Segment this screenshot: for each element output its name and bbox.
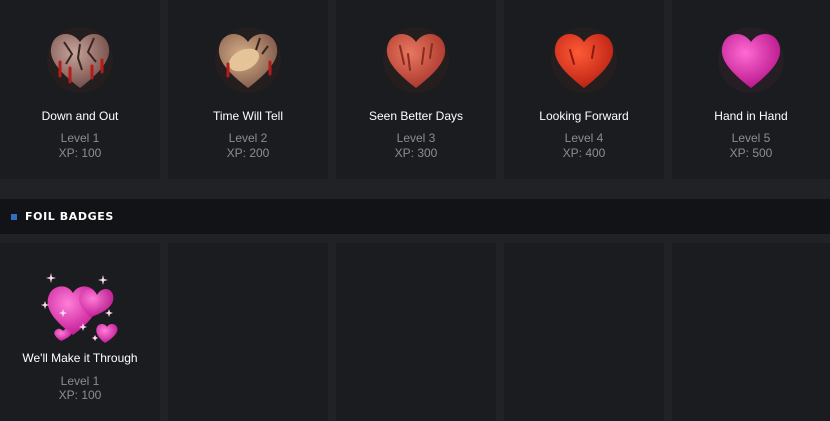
foil-badge-grid: We'll Make it Through Level 1 XP: 100 — [0, 243, 830, 421]
badge-name: Hand in Hand — [714, 109, 788, 123]
badge-level: Level 3 — [396, 131, 436, 145]
badge-xp: XP: 200 — [226, 146, 270, 160]
badge-name: Time Will Tell — [212, 109, 283, 123]
broken-heart-icon — [42, 24, 118, 94]
foil-badges-header: FOIL BADGES — [0, 199, 830, 234]
badge-name: Seen Better Days — [368, 109, 464, 123]
badge-level: Level 2 — [228, 131, 268, 145]
badge-level: Level 1 — [60, 374, 100, 388]
badge-xp: XP: 500 — [729, 146, 773, 160]
badge-level: Level 4 — [564, 131, 604, 145]
empty-badge-slot — [672, 243, 830, 421]
badge-card-4[interactable]: Looking Forward Level 4 XP: 400 — [504, 0, 664, 179]
badge-xp: XP: 100 — [58, 388, 102, 402]
badge-card-5[interactable]: Hand in Hand Level 5 XP: 500 — [672, 0, 830, 179]
badge-xp: XP: 300 — [394, 146, 438, 160]
badge-level: Level 1 — [60, 131, 100, 145]
badge-level: Level 5 — [731, 131, 771, 145]
foil-badge-card-1[interactable]: We'll Make it Through Level 1 XP: 100 — [0, 243, 160, 421]
empty-badge-slot — [168, 243, 328, 421]
bandaged-heart-icon — [210, 24, 286, 94]
section-title: FOIL BADGES — [25, 210, 114, 223]
badge-name: Down and Out — [41, 109, 119, 123]
badge-card-3[interactable]: Seen Better Days Level 3 XP: 300 — [336, 0, 496, 179]
badge-card-1[interactable]: Down and Out Level 1 XP: 100 — [0, 0, 160, 179]
badge-xp: XP: 400 — [562, 146, 606, 160]
badge-grid: Down and Out Level 1 XP: 100 Time Will T… — [0, 0, 830, 179]
badge-name: Looking Forward — [539, 109, 629, 123]
badge-name: We'll Make it Through — [22, 351, 138, 365]
scratched-heart-icon — [378, 24, 454, 94]
empty-badge-slot — [504, 243, 664, 421]
healing-heart-icon — [546, 24, 622, 94]
empty-badge-slot — [336, 243, 496, 421]
sparkling-hearts-icon — [39, 265, 121, 347]
section-marker-icon — [11, 213, 17, 220]
badge-card-2[interactable]: Time Will Tell Level 2 XP: 200 — [168, 0, 328, 179]
badge-xp: XP: 100 — [58, 146, 102, 160]
pink-heart-icon — [713, 24, 789, 94]
